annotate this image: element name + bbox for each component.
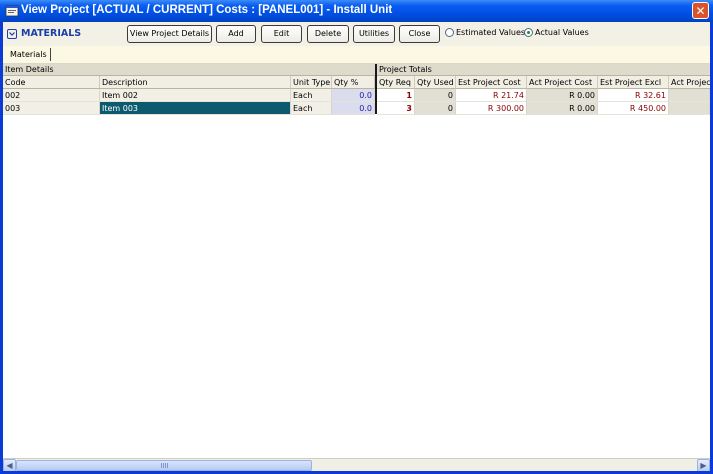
cell-qty-used[interactable]: 0 xyxy=(415,102,456,115)
cell-qty-used[interactable]: 0 xyxy=(415,89,456,102)
cell-act-project[interactable] xyxy=(669,102,710,115)
arrow-right-icon: ▶ xyxy=(700,461,707,470)
section-header[interactable]: MATERIALS xyxy=(7,28,81,39)
cell-act-project-cost[interactable]: R 0.00 xyxy=(527,102,598,115)
scroll-right-button[interactable]: ▶ xyxy=(697,459,710,471)
grip-icon xyxy=(161,463,168,468)
app-window: View Project [ACTUAL / CURRENT] Costs : … xyxy=(0,0,713,474)
cell-description-selected[interactable]: Item 003 xyxy=(100,102,291,115)
estimated-values-radio[interactable]: Estimated Values xyxy=(445,28,525,37)
cell-act-project-cost[interactable]: R 0.00 xyxy=(527,89,598,102)
actual-values-radio[interactable]: Actual Values xyxy=(524,28,589,37)
radio-circle[interactable] xyxy=(445,28,454,37)
delete-button[interactable]: Delete xyxy=(307,25,349,43)
add-button[interactable]: Add xyxy=(216,25,256,43)
close-button[interactable]: Close xyxy=(399,25,440,43)
horizontal-scrollbar[interactable]: ◀ ▶ xyxy=(3,458,710,471)
cell-unit-type[interactable]: Each xyxy=(291,89,332,102)
view-project-details-button[interactable]: View Project Details xyxy=(127,25,212,43)
cell-code[interactable]: 003 xyxy=(3,102,100,115)
window-title: View Project [ACTUAL / CURRENT] Costs : … xyxy=(21,4,393,16)
section-title: MATERIALS xyxy=(21,28,82,39)
app-icon xyxy=(5,5,19,17)
arrow-left-icon: ◀ xyxy=(6,461,13,470)
tab-materials[interactable]: Materials xyxy=(7,48,51,61)
column-header-qty-pct[interactable]: Qty % xyxy=(332,76,375,89)
cell-est-project-excl[interactable]: R 450.00 xyxy=(598,102,669,115)
cell-act-project[interactable] xyxy=(669,89,710,102)
column-header-qty-used[interactable]: Qty Used xyxy=(415,76,456,89)
group-header-project-totals: Project Totals xyxy=(375,64,710,76)
edit-button[interactable]: Edit xyxy=(261,25,302,43)
scroll-thumb[interactable] xyxy=(16,460,312,471)
cell-est-project-excl[interactable]: R 32.61 xyxy=(598,89,669,102)
client-area: MATERIALS View Project Details Add Edit … xyxy=(3,22,710,471)
cell-qty-req[interactable]: 3 xyxy=(377,102,415,115)
chevron-down-icon[interactable] xyxy=(7,28,17,39)
radio-circle-selected[interactable] xyxy=(524,28,533,37)
column-header-qty-req[interactable]: Qty Req xyxy=(377,76,415,89)
column-header-est-project-cost[interactable]: Est Project Cost xyxy=(456,76,527,89)
utilities-button[interactable]: Utilities xyxy=(353,25,395,43)
column-header-code[interactable]: Code xyxy=(3,76,100,89)
cell-code[interactable]: 002 xyxy=(3,89,100,102)
title-bar[interactable]: View Project [ACTUAL / CURRENT] Costs : … xyxy=(0,0,713,22)
cell-est-project-cost[interactable]: R 21.74 xyxy=(456,89,527,102)
toolbar: MATERIALS View Project Details Add Edit … xyxy=(3,22,710,46)
cell-qty-req[interactable]: 1 xyxy=(377,89,415,102)
column-header-description[interactable]: Description xyxy=(100,76,291,89)
group-header-item-details: Item Details xyxy=(3,64,375,76)
cell-est-project-cost[interactable]: R 300.00 xyxy=(456,102,527,115)
scroll-left-button[interactable]: ◀ xyxy=(3,459,16,471)
actual-values-label: Actual Values xyxy=(535,28,589,37)
cell-unit-type[interactable]: Each xyxy=(291,102,332,115)
estimated-values-label: Estimated Values xyxy=(456,28,526,37)
tab-strip: Materials xyxy=(3,46,710,64)
column-header-act-project[interactable]: Act Project xyxy=(669,76,710,89)
window-close-button[interactable]: ✕ xyxy=(692,2,709,19)
column-header-est-project-excl[interactable]: Est Project Excl xyxy=(598,76,669,89)
cell-qty-pct[interactable]: 0.0 xyxy=(332,102,375,115)
cell-qty-pct[interactable]: 0.0 xyxy=(332,89,375,102)
column-group-divider xyxy=(375,64,377,114)
cell-description[interactable]: Item 002 xyxy=(100,89,291,102)
close-icon: ✕ xyxy=(695,4,706,18)
column-header-act-project-cost[interactable]: Act Project Cost xyxy=(527,76,598,89)
column-header-unit-type[interactable]: Unit Type xyxy=(291,76,332,89)
